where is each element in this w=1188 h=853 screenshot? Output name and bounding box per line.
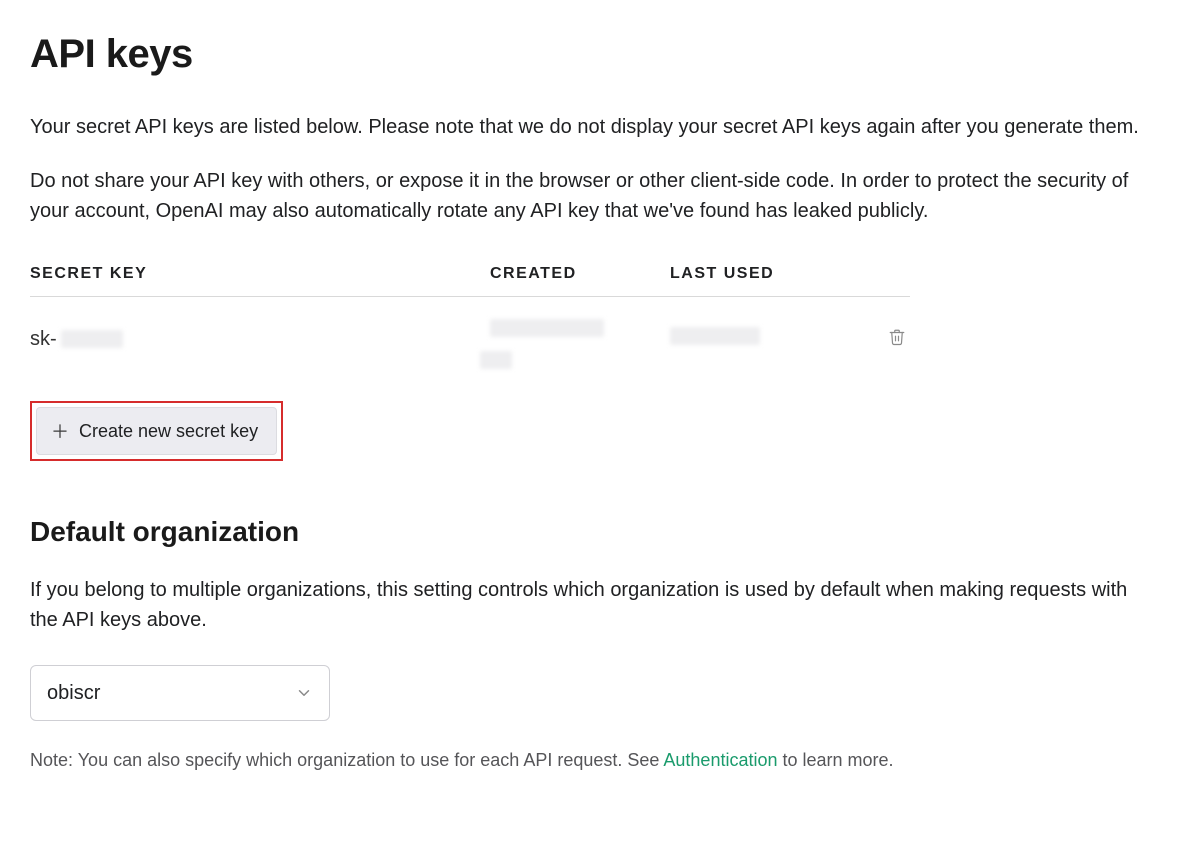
create-secret-key-button[interactable]: ＋ Create new secret key [36,407,277,455]
header-secret-key: SECRET KEY [30,262,490,286]
cell-secret-key: sk- [30,324,490,354]
default-organization-description: If you belong to multiple organizations,… [30,575,1130,635]
table-row: sk- [30,297,910,373]
last-used-redacted [670,327,760,345]
api-keys-description-1: Your secret API keys are listed below. P… [30,112,1150,142]
api-keys-table: SECRET KEY CREATED LAST USED sk- [30,262,910,373]
cell-created [490,319,670,359]
plus-icon: ＋ [51,418,69,444]
header-actions [850,262,910,286]
header-created: CREATED [490,262,670,286]
secret-key-redacted [61,330,123,348]
create-key-highlight: ＋ Create new secret key [30,401,283,461]
create-key-label: Create new secret key [79,421,258,442]
organization-select[interactable]: obiscr [30,665,330,721]
table-header: SECRET KEY CREATED LAST USED [30,262,910,297]
delete-key-button[interactable] [884,323,910,351]
api-keys-description-2: Do not share your API key with others, o… [30,166,1150,226]
organization-note: Note: You can also specify which organiz… [30,747,1158,774]
page-title: API keys [30,24,1158,84]
created-redacted [490,319,604,337]
cell-last-used [670,324,850,354]
organization-selected-value: obiscr [47,678,100,708]
trash-icon [888,327,906,347]
chevron-down-icon [295,684,313,702]
header-last-used: LAST USED [670,262,850,286]
note-suffix: to learn more. [778,750,894,770]
secret-key-prefix: sk- [30,324,57,354]
created-redacted-2 [480,351,512,369]
default-organization-title: Default organization [30,511,1158,553]
authentication-link[interactable]: Authentication [663,750,777,770]
note-prefix: Note: You can also specify which organiz… [30,750,663,770]
